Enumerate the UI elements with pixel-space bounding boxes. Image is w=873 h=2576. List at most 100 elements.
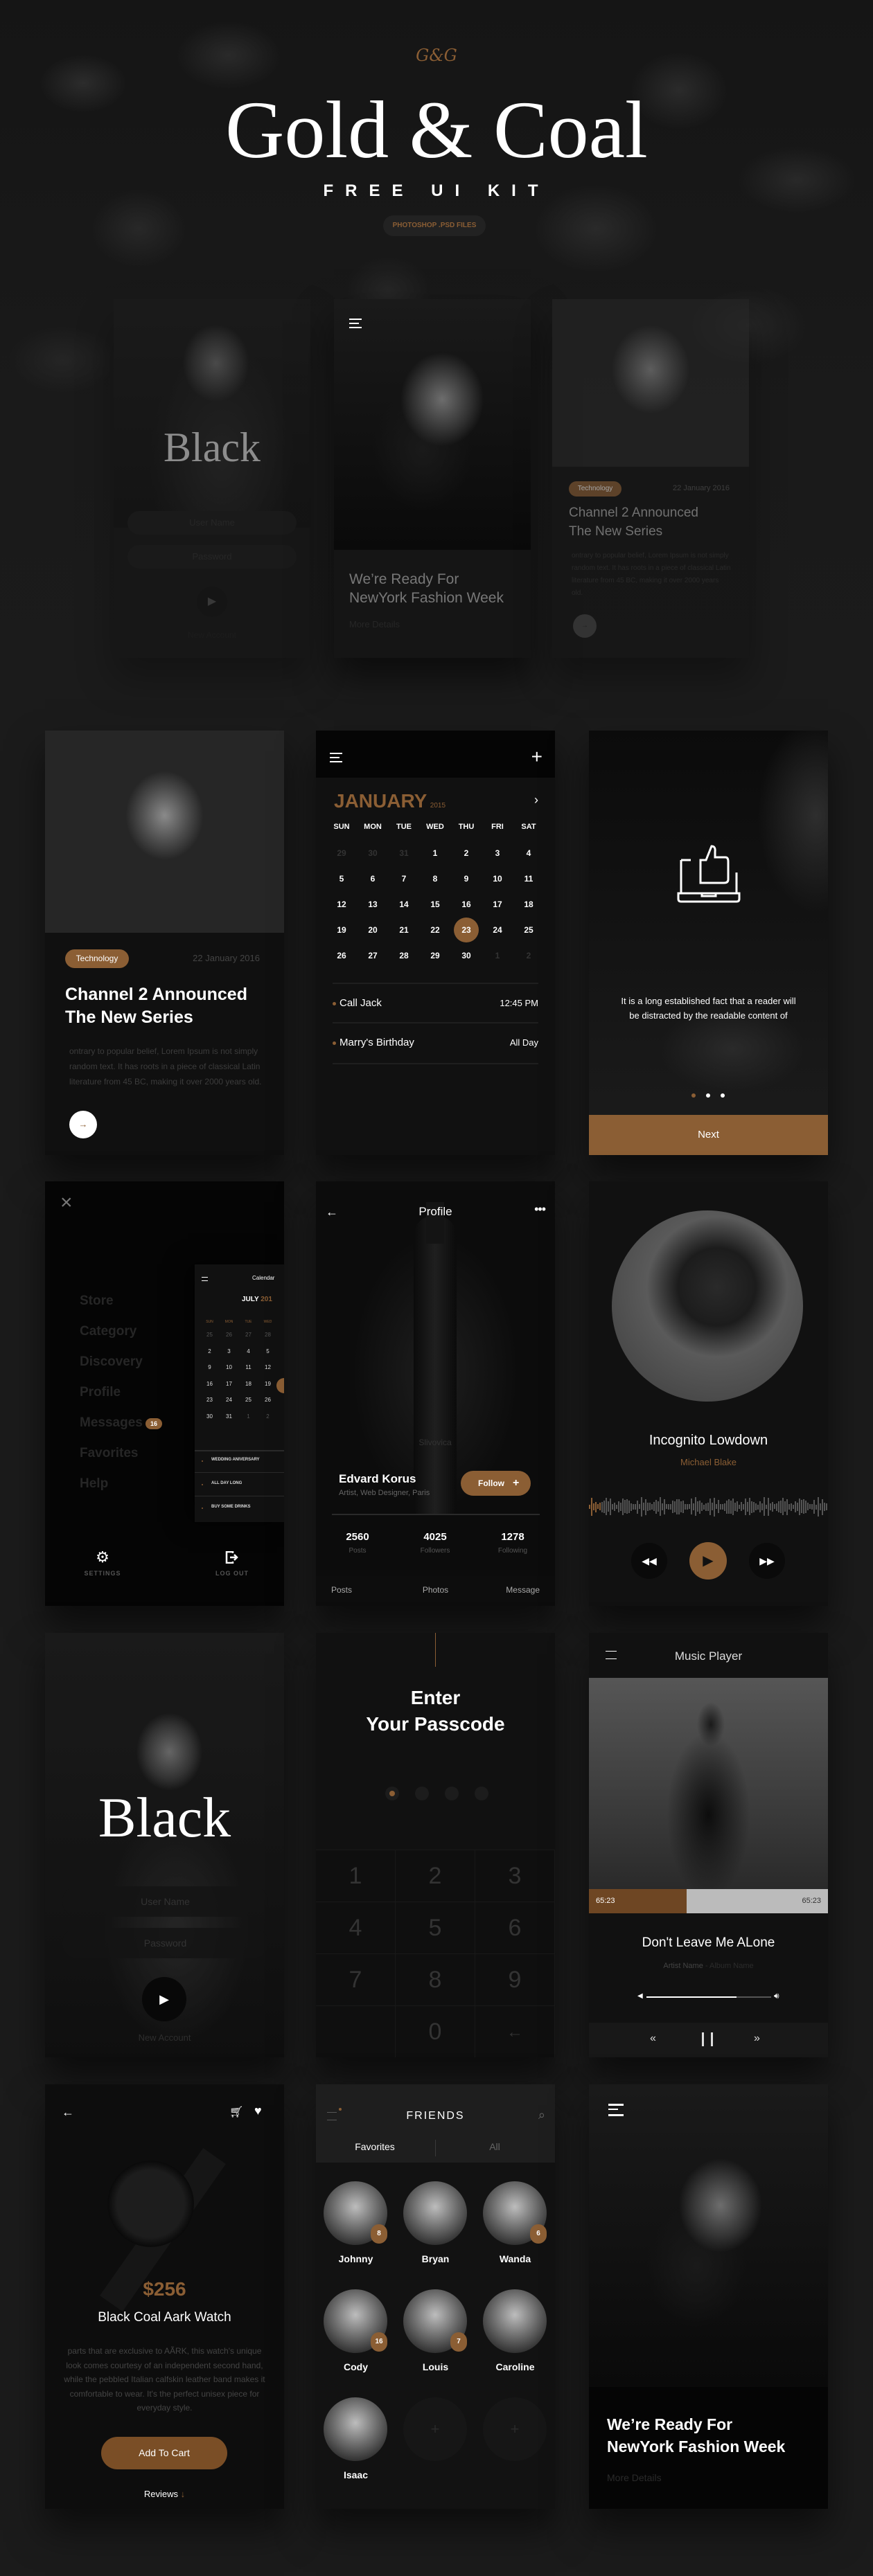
progress-bar[interactable]: 65:23 65:23 [589,1889,828,1913]
calendar-day[interactable]: 27 [239,1332,258,1338]
calendar-day[interactable]: 11 [516,866,541,891]
calendar-day[interactable]: 10 [485,866,510,891]
avatar[interactable] [403,2181,467,2245]
calendar-day[interactable]: 3 [485,841,510,866]
calendar-day[interactable]: 9 [454,866,479,891]
calendar-day[interactable]: 19 [258,1381,277,1387]
key-2[interactable]: 2 [396,1850,475,1902]
logout-label[interactable]: LOG OUT [204,1570,260,1577]
event-title[interactable]: ALL DAY LONG [211,1481,242,1485]
calendar-day[interactable]: 23 [200,1397,219,1403]
tab-message[interactable]: Message [506,1585,540,1595]
psd-files-badge[interactable]: PHOTOSHOP .PSD FILES [383,215,486,236]
calendar-day[interactable]: 6 [360,866,385,891]
calendar-day[interactable]: 10 [220,1364,238,1370]
heart-icon[interactable]: ♥ [254,2104,262,2118]
calendar-day[interactable]: 20 [360,918,385,942]
menu-item-profile[interactable]: Profile [80,1385,121,1400]
friend-name[interactable]: Johnny [316,2253,396,2264]
hamburger-menu-icon[interactable] [608,2104,624,2116]
password-input[interactable]: Password [127,545,297,569]
friend-name[interactable]: Caroline [475,2361,555,2372]
calendar-day[interactable]: 4 [516,841,541,866]
next-button[interactable]: Next [589,1115,828,1155]
key-3[interactable]: 3 [475,1850,555,1902]
close-icon[interactable]: × [60,1192,73,1213]
back-arrow-icon[interactable]: ← [62,2105,74,2120]
menu-item-category[interactable]: Category [80,1324,136,1339]
add-friend-slot[interactable]: + [483,2397,547,2461]
play-icon[interactable]: ▶ [689,1542,727,1580]
friend-name[interactable]: Bryan [396,2253,475,2264]
category-tag[interactable]: Technology [569,481,621,497]
calendar-day[interactable]: 31 [391,841,416,866]
calendar-day[interactable]: 28 [391,943,416,968]
add-friend-slot[interactable]: + [403,2397,467,2461]
page-dot-active[interactable] [691,1093,696,1098]
key-1[interactable]: 1 [316,1850,396,1902]
calendar-day[interactable]: 18 [239,1381,258,1387]
logout-icon[interactable] [225,1551,239,1564]
calendar-day[interactable]: 8 [423,866,448,891]
menu-item-messages[interactable]: Messages [80,1415,143,1431]
key-6[interactable]: 6 [475,1902,555,1954]
calendar-day[interactable]: 29 [329,841,354,866]
calendar-day[interactable]: 24 [220,1397,238,1403]
calendar-day[interactable]: 11 [239,1364,258,1370]
tab-all[interactable]: All [464,2141,526,2152]
calendar-day[interactable]: 28 [258,1332,277,1338]
event-row[interactable]: Call Jack 12:45 PM [333,994,538,1014]
calendar-day[interactable]: 26 [220,1332,238,1338]
calendar-day[interactable]: 5 [329,866,354,891]
calendar-day[interactable]: 25 [516,918,541,942]
friend-name[interactable]: Louis [396,2361,475,2372]
fast-forward-icon[interactable]: ▶▶ [749,1543,785,1579]
gear-icon[interactable]: ⚙ [92,1548,113,1566]
calendar-day[interactable]: 15 [423,892,448,917]
key-0[interactable]: 0 [396,2006,475,2057]
key-4[interactable]: 4 [316,1902,396,1954]
calendar-day[interactable]: 19 [329,918,354,942]
password-input[interactable]: Password [62,1928,268,1958]
calendar-day[interactable]: 31 [220,1413,238,1420]
username-input[interactable]: User Name [62,1886,268,1917]
cart-icon[interactable]: 🛒︎ [229,2105,243,2119]
arrow-right-icon[interactable]: → [69,1111,97,1138]
friend-name[interactable]: Wanda [475,2253,555,2264]
key-5[interactable]: 5 [396,1902,475,1954]
calendar-day[interactable]: 13 [360,892,385,917]
rewind-icon[interactable]: « [650,2032,656,2045]
calendar-day[interactable]: 1 [239,1413,258,1420]
calendar-day[interactable]: 21 [391,918,416,942]
calendar-day[interactable]: 27 [360,943,385,968]
login-arrow-icon[interactable]: ▶ [142,1977,186,2021]
rewind-icon[interactable]: ◀◀ [631,1543,667,1579]
calendar-day[interactable]: 9 [200,1364,219,1370]
calendar-day[interactable]: 26 [258,1397,277,1403]
event-title[interactable]: BUY SOME DRINKS [211,1505,251,1509]
friend-name[interactable]: Cody [316,2361,396,2372]
calendar-day[interactable]: 4 [239,1348,258,1354]
calendar-day[interactable]: 2 [258,1413,277,1420]
calendar-day[interactable]: 30 [200,1413,219,1420]
page-dot[interactable] [706,1093,710,1098]
stat-label[interactable]: Posts [316,1547,399,1555]
menu-item-help[interactable]: Help [80,1476,108,1492]
volume-slider[interactable] [646,1996,771,1998]
calendar-day[interactable]: 17 [485,892,510,917]
calendar-day[interactable]: 30 [360,841,385,866]
waveform-scrubber[interactable] [589,1496,828,1517]
page-dot[interactable] [721,1093,725,1098]
avatar[interactable] [483,2289,547,2353]
fast-forward-icon[interactable]: » [754,2032,760,2045]
event-row[interactable]: Marry's Birthday All Day [333,1034,538,1053]
play-icon[interactable]: ▶ [197,587,227,617]
calendar-day[interactable]: 2 [454,841,479,866]
more-details-link[interactable]: More Details [607,2472,662,2483]
stat-label[interactable]: Followers [394,1547,477,1555]
calendar-day[interactable]: 16 [200,1381,219,1387]
stat-label[interactable]: Following [471,1547,554,1555]
calendar-day[interactable]: 29 [423,943,448,968]
category-tag[interactable]: Technology [65,949,129,968]
tab-favorites[interactable]: Favorites [344,2141,406,2152]
